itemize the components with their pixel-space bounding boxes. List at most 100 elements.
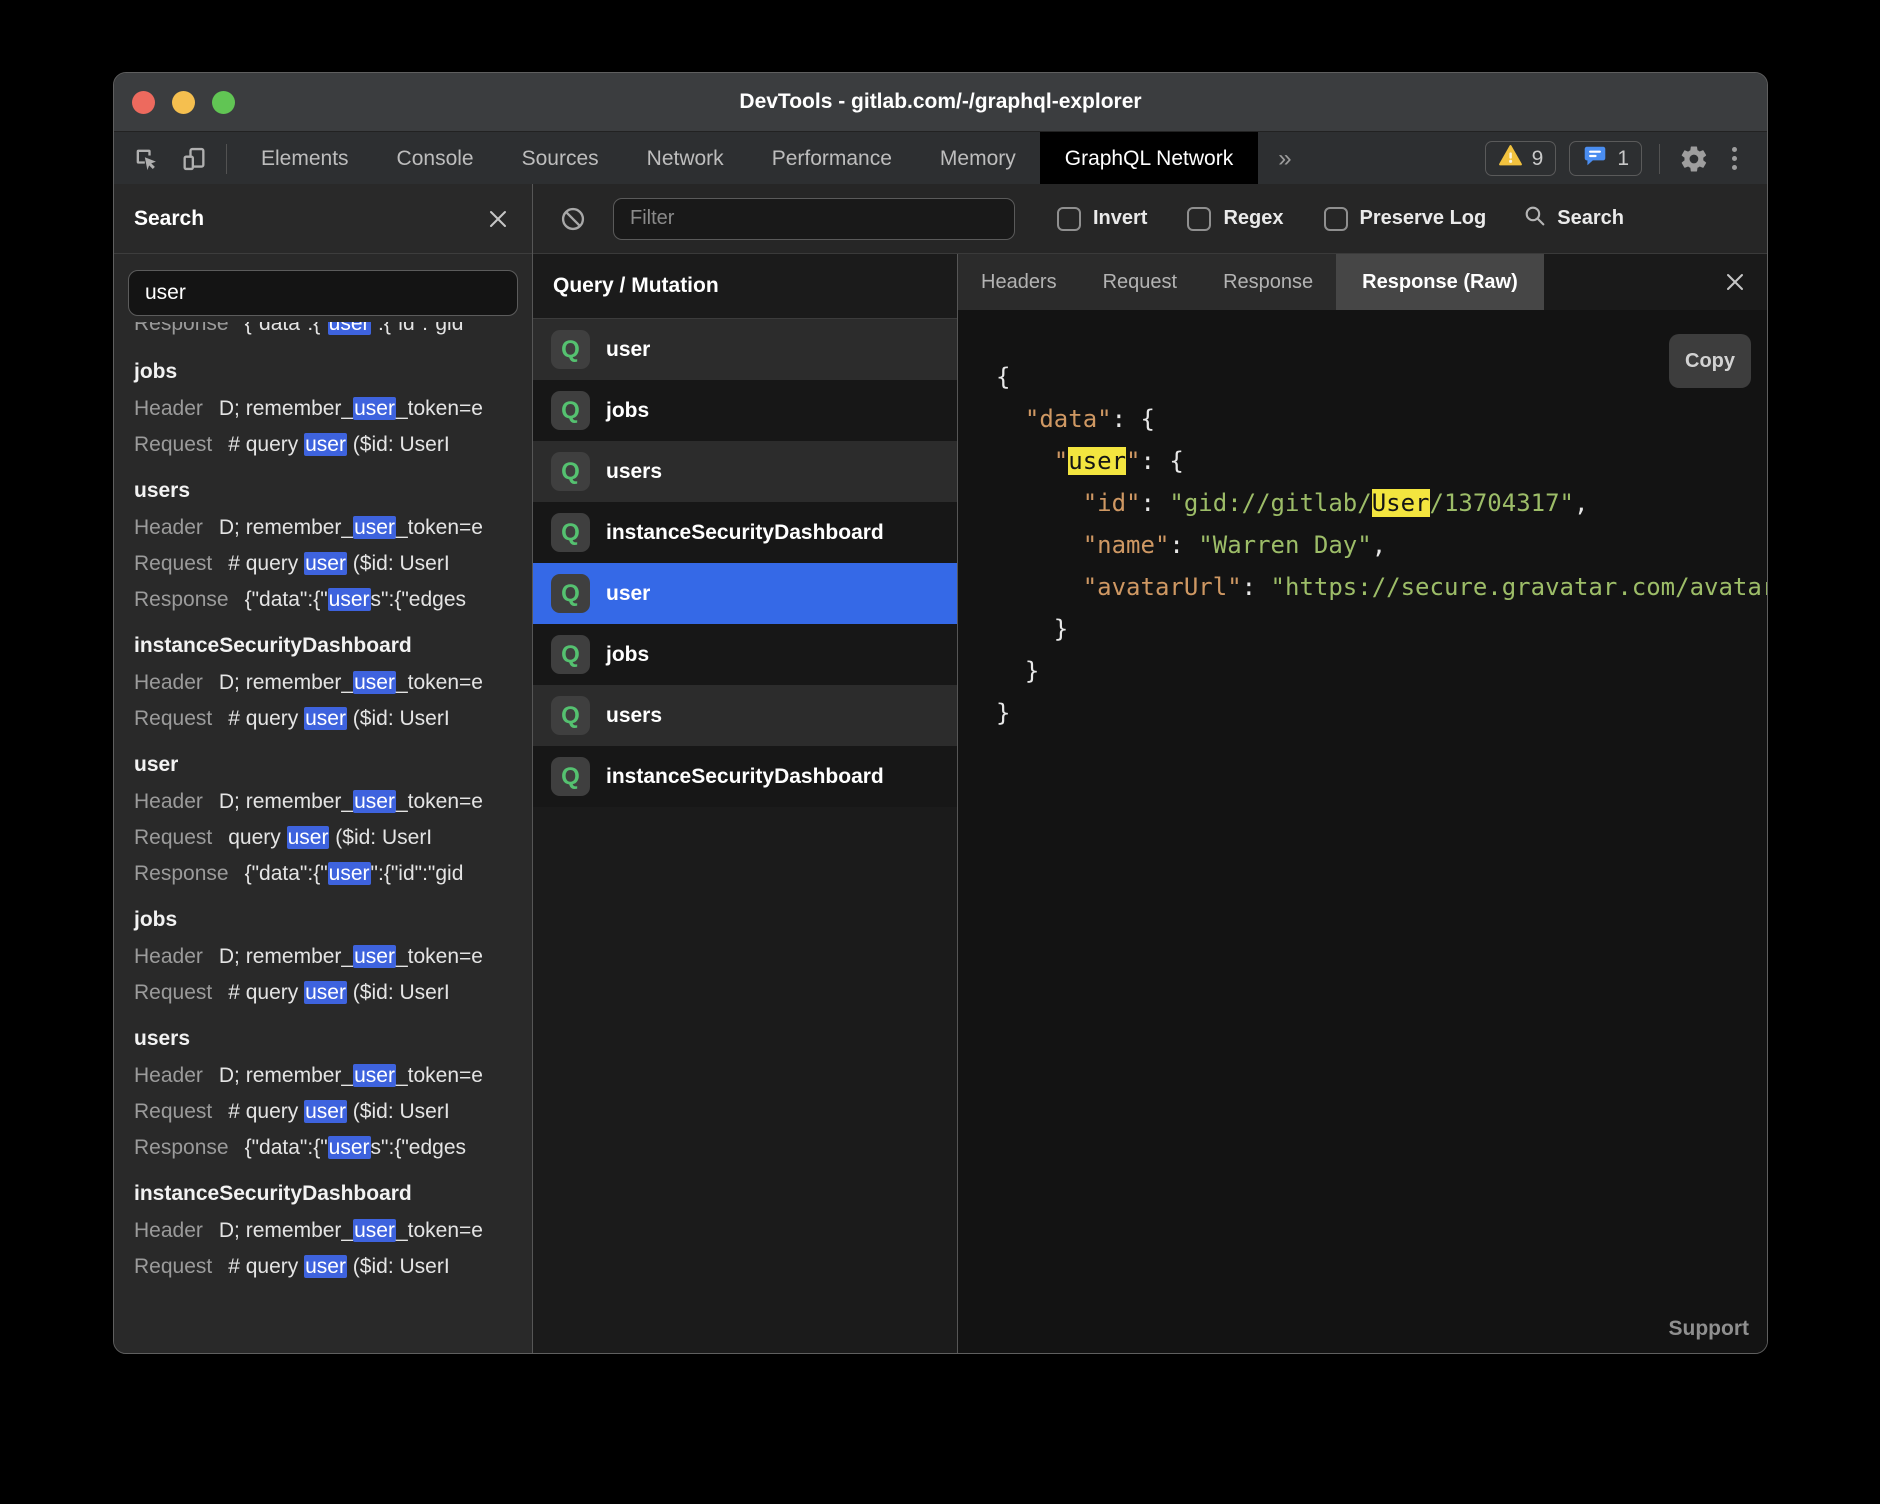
- inspect-element-icon[interactable]: [130, 143, 162, 175]
- result-text: _token=e: [396, 1219, 483, 1242]
- search-result-line[interactable]: Request# query user ($id: UserI: [134, 1094, 532, 1130]
- search-result-line[interactable]: Request # query user ($id: UserI: [134, 1249, 532, 1285]
- search-result-line[interactable]: HeaderD; remember_user_token=e: [134, 1213, 532, 1249]
- support-link[interactable]: Support: [1669, 1317, 1749, 1341]
- detail-tab-response-raw-[interactable]: Response (Raw): [1336, 254, 1544, 310]
- close-detail-panel-icon[interactable]: [1721, 268, 1749, 296]
- warnings-badge[interactable]: 9: [1485, 141, 1557, 176]
- query-row-label: users: [606, 704, 662, 728]
- zoom-window-button[interactable]: [212, 91, 235, 114]
- search-hit: user: [304, 552, 347, 575]
- search-hit: user: [1068, 447, 1126, 475]
- block-clear-icon[interactable]: [557, 203, 589, 235]
- device-toolbar-icon[interactable]: [178, 143, 210, 175]
- result-text: {"data":{": [245, 322, 328, 335]
- overflow-tabs-icon[interactable]: »: [1258, 132, 1311, 185]
- query-row-instanceSecurityDashboard[interactable]: QinstanceSecurityDashboard: [533, 502, 957, 563]
- json-token: {: [996, 363, 1010, 391]
- search-hit: user: [353, 1064, 396, 1087]
- json-token: }: [996, 657, 1039, 685]
- search-input[interactable]: [128, 270, 518, 316]
- search-result-line[interactable]: HeaderD; remember_user_token=e: [134, 391, 532, 427]
- search-result-group-title: users: [134, 1020, 532, 1058]
- result-line-label: Header: [134, 790, 203, 813]
- result-line-label: Request: [134, 1255, 212, 1278]
- json-token: "id": [996, 489, 1141, 517]
- result-line-value: # query user ($id: UserI: [228, 981, 449, 1004]
- checkbox-box[interactable]: [1057, 207, 1081, 231]
- tab-sources[interactable]: Sources: [498, 132, 623, 185]
- search-hit: user: [328, 322, 371, 335]
- result-text: ($id: UserI: [329, 826, 432, 849]
- query-row-jobs[interactable]: Qjobs: [533, 380, 957, 441]
- minimize-window-button[interactable]: [172, 91, 195, 114]
- detail-tab-headers[interactable]: Headers: [958, 254, 1080, 310]
- query-row-users[interactable]: Qusers: [533, 441, 957, 502]
- copy-button[interactable]: Copy: [1669, 334, 1751, 388]
- search-result-line[interactable]: Request# query user ($id: UserI: [134, 701, 532, 737]
- tab-network[interactable]: Network: [623, 132, 748, 185]
- close-search-panel-icon[interactable]: [484, 205, 512, 233]
- detail-tab-request[interactable]: Request: [1080, 254, 1201, 310]
- search-result-line[interactable]: Response{"data":{"user":{"id":"gid: [134, 856, 532, 892]
- query-mutation-panel: Query / Mutation QuserQjobsQusersQinstan…: [533, 254, 958, 1353]
- search-result-line[interactable]: Request# query user ($id: UserI: [134, 975, 532, 1011]
- result-text: {"data":{": [245, 588, 328, 611]
- search-hit: user: [304, 1100, 347, 1123]
- result-line-label: Response: [134, 588, 229, 611]
- tab-performance[interactable]: Performance: [748, 132, 916, 185]
- search-result-line[interactable]: HeaderD; remember_user_token=e: [134, 665, 532, 701]
- search-hit: User: [1372, 489, 1430, 517]
- query-row-users[interactable]: Qusers: [533, 685, 957, 746]
- json-token: /13704317": [1430, 489, 1575, 517]
- search-hit: user: [328, 588, 371, 611]
- result-text: _token=e: [396, 945, 483, 968]
- search-hit: user: [353, 945, 396, 968]
- search-result-line[interactable]: Response{"data":{"users":{"edges: [134, 1130, 532, 1166]
- result-line-label: Response: [134, 1136, 229, 1159]
- result-line-value: D; remember_user_token=e: [219, 671, 483, 694]
- json-token: }: [996, 699, 1010, 727]
- checkbox-preserve-log[interactable]: Preserve Log: [1324, 207, 1487, 231]
- search-hit: user: [328, 862, 371, 885]
- tab-console[interactable]: Console: [373, 132, 498, 185]
- query-row-user[interactable]: Quser: [533, 563, 957, 624]
- tab-elements[interactable]: Elements: [237, 132, 373, 185]
- result-line-label: Header: [134, 397, 203, 420]
- json-line: "name": "Warren Day",: [996, 524, 1767, 566]
- checkbox-box[interactable]: [1187, 207, 1211, 231]
- json-token: }: [996, 615, 1068, 643]
- search-result-line[interactable]: HeaderD; remember_user_token=e: [134, 1058, 532, 1094]
- close-window-button[interactable]: [132, 91, 155, 114]
- detail-tab-response[interactable]: Response: [1200, 254, 1336, 310]
- search-result-line[interactable]: Response{"data":{"users":{"edges: [134, 582, 532, 618]
- checkbox-box[interactable]: [1324, 207, 1348, 231]
- search-result-line[interactable]: Requestquery user ($id: UserI: [134, 820, 532, 856]
- result-line-value: D; remember_user_token=e: [219, 945, 483, 968]
- filter-search-control[interactable]: Search: [1522, 203, 1624, 234]
- tab-memory[interactable]: Memory: [916, 132, 1040, 185]
- search-result-line[interactable]: Request# query user ($id: UserI: [134, 427, 532, 463]
- search-result-line[interactable]: HeaderD; remember_user_token=e: [134, 784, 532, 820]
- tab-graphql-network[interactable]: GraphQL Network: [1040, 132, 1258, 185]
- search-result-line[interactable]: HeaderD; remember_user_token=e: [134, 939, 532, 975]
- kebab-menu-icon[interactable]: [1724, 143, 1745, 174]
- query-row-label: instanceSecurityDashboard: [606, 765, 884, 789]
- search-result-line[interactable]: HeaderD; remember_user_token=e: [134, 510, 532, 546]
- search-hit: user: [287, 826, 330, 849]
- search-result-line[interactable]: Request# query user ($id: UserI: [134, 546, 532, 582]
- checkbox-regex[interactable]: Regex: [1187, 207, 1283, 231]
- json-line: "id": "gid://gitlab/User/13704317",: [996, 482, 1767, 524]
- gear-icon[interactable]: [1677, 142, 1711, 176]
- query-row-user[interactable]: Quser: [533, 319, 957, 380]
- detail-tabs: HeadersRequestResponseResponse (Raw): [958, 254, 1767, 310]
- search-result-line[interactable]: Response{"data":{"user":{"id":"gid: [134, 322, 532, 342]
- checkbox-invert[interactable]: Invert: [1057, 207, 1147, 231]
- toolbar-icons: [114, 132, 216, 185]
- query-row-instanceSecurityDashboard[interactable]: QinstanceSecurityDashboard: [533, 746, 957, 807]
- json-token: : {: [1112, 405, 1155, 433]
- query-row-jobs[interactable]: Qjobs: [533, 624, 957, 685]
- filter-input[interactable]: [613, 198, 1015, 240]
- messages-badge[interactable]: 1: [1569, 141, 1642, 176]
- result-line-value: # query user ($id: UserI: [228, 1255, 449, 1278]
